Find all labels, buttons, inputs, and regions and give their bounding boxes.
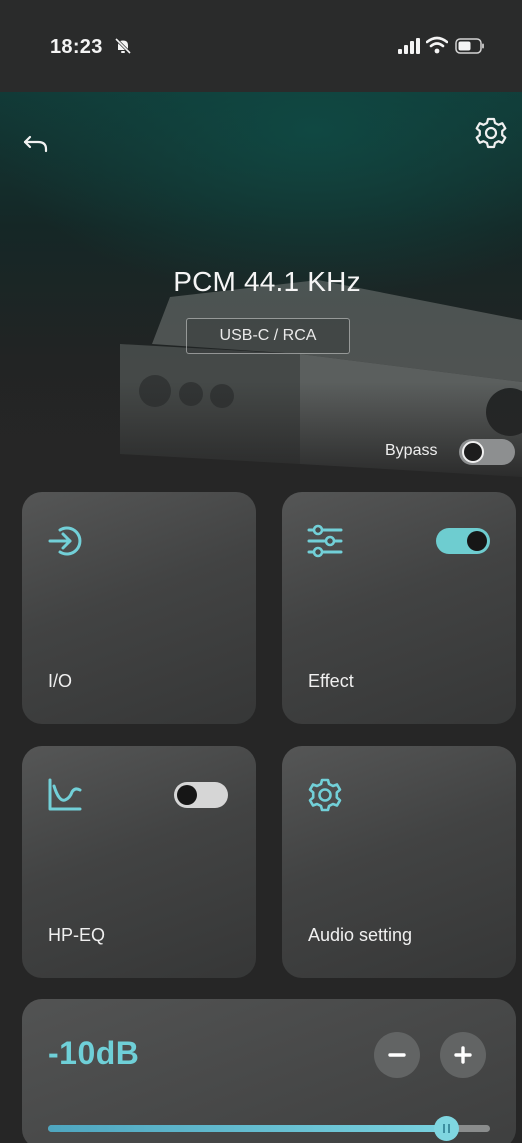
io-route-badge: USB-C / RCA bbox=[186, 318, 350, 354]
io-card[interactable]: I/O bbox=[22, 492, 256, 724]
volume-panel: -10dB bbox=[22, 999, 516, 1143]
effect-toggle[interactable] bbox=[436, 528, 490, 554]
plus-icon bbox=[454, 1046, 472, 1064]
toggle-knob bbox=[462, 441, 484, 463]
input-arrow-icon bbox=[48, 526, 82, 556]
effect-card-label: Effect bbox=[308, 671, 354, 691]
volume-slider-thumb[interactable] bbox=[433, 1116, 459, 1141]
status-time: 18:23 bbox=[50, 36, 103, 58]
volume-slider[interactable] bbox=[48, 1116, 490, 1141]
hp-eq-card-label: HP-EQ bbox=[48, 925, 106, 945]
bypass-toggle[interactable] bbox=[459, 439, 515, 465]
volume-slider-fill bbox=[48, 1125, 446, 1132]
settings-gear-icon[interactable] bbox=[474, 116, 508, 150]
device-hero: PCM 44.1 KHz USB-C / RCA Bypass bbox=[0, 92, 522, 477]
audio-setting-card-label: Audio setting bbox=[308, 925, 413, 945]
volume-down-button[interactable] bbox=[374, 1032, 420, 1078]
bell-off-icon bbox=[114, 37, 132, 55]
minus-icon bbox=[388, 1053, 406, 1057]
back-icon[interactable] bbox=[22, 132, 50, 156]
audio-setting-card[interactable]: Audio setting bbox=[282, 746, 516, 978]
toggle-knob bbox=[177, 785, 197, 805]
bypass-label: Bypass bbox=[385, 442, 438, 459]
io-card-label: I/O bbox=[48, 671, 73, 691]
hp-eq-card[interactable]: HP-EQ bbox=[22, 746, 256, 978]
gear-icon bbox=[308, 778, 342, 812]
status-bar: 18:23 bbox=[0, 0, 522, 92]
volume-up-button[interactable] bbox=[440, 1032, 486, 1078]
app-screen: 18:23 PCM 44.1 KHz USB-C / RCA Bypass I/… bbox=[0, 0, 522, 1143]
wifi-icon bbox=[426, 36, 448, 54]
sliders-icon bbox=[307, 524, 343, 558]
signal-icon bbox=[398, 38, 420, 54]
effect-card[interactable]: Effect bbox=[282, 492, 516, 724]
hp-eq-toggle[interactable] bbox=[174, 782, 228, 808]
battery-icon bbox=[455, 38, 484, 54]
grip-icon bbox=[442, 1124, 450, 1133]
eq-curve-icon bbox=[48, 778, 82, 811]
volume-value: -10dB bbox=[48, 1035, 140, 1071]
toggle-knob bbox=[467, 531, 487, 551]
sample-rate-title: PCM 44.1 KHz bbox=[173, 266, 361, 297]
